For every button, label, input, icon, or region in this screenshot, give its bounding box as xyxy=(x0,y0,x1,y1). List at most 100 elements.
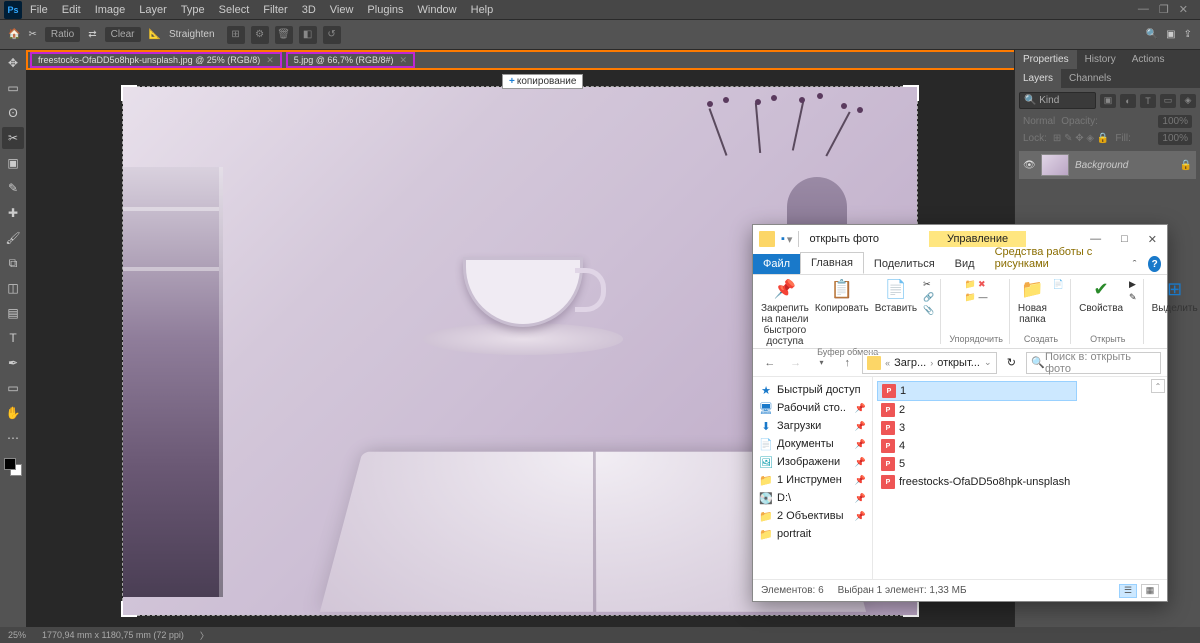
swap-icon[interactable]: ⇄ xyxy=(88,29,96,40)
file-item-5[interactable]: P5 xyxy=(877,455,1077,473)
breadcrumb-item[interactable]: Загр... xyxy=(894,357,926,369)
nav-up-icon[interactable]: ↑ xyxy=(836,352,858,374)
tool-crop[interactable]: ✂ xyxy=(2,127,24,149)
zoom-value[interactable]: 25% xyxy=(8,630,26,640)
filter-image-icon[interactable]: ▣ xyxy=(1100,94,1116,108)
panel-tab-history[interactable]: History xyxy=(1077,50,1124,69)
tool-more[interactable]: ⋯ xyxy=(2,427,24,449)
nav-forward-icon[interactable]: → xyxy=(785,352,807,374)
content-aware-icon[interactable]: ◧ xyxy=(299,26,317,44)
filter-shape-icon[interactable]: ▭ xyxy=(1160,94,1176,108)
window-minimize-icon[interactable]: — xyxy=(1138,3,1149,16)
window-restore-icon[interactable]: ❐ xyxy=(1159,3,1169,16)
help-icon[interactable]: ? xyxy=(1148,256,1161,272)
sidebar-objective[interactable]: 📁2 Объективы📌 xyxy=(753,507,872,525)
sidebar-portrait[interactable]: 📁portrait xyxy=(753,525,872,543)
document-tab-active[interactable]: freestocks-OfaDD5o8hpk-unsplash.jpg @ 25… xyxy=(30,52,282,68)
tool-hand[interactable]: ✋ xyxy=(2,402,24,424)
close-tab-icon[interactable]: ✕ xyxy=(266,55,274,66)
file-explorer-window[interactable]: ▪ ▾ открыть фото Управление — □ ✕ Файл Г… xyxy=(752,224,1168,602)
menu-filter[interactable]: Filter xyxy=(257,2,293,18)
sidebar-downloads[interactable]: ⬇Загрузки📌 xyxy=(753,417,872,435)
ribbon-moveto-button[interactable]: 📁 ✖ xyxy=(965,279,988,290)
ribbon-cut-button[interactable]: ✂ xyxy=(923,279,934,290)
explorer-tab-share[interactable]: Поделиться xyxy=(864,254,945,274)
filter-type-icon[interactable]: T xyxy=(1140,94,1156,108)
view-icons-icon[interactable]: ▦ xyxy=(1141,584,1159,598)
file-item-4[interactable]: P4 xyxy=(877,437,1077,455)
ribbon-edit-button[interactable]: ✎ xyxy=(1129,292,1137,303)
file-item-1[interactable]: P1 xyxy=(877,381,1077,401)
tool-healing[interactable]: ✚ xyxy=(2,202,24,224)
breadcrumb-bar[interactable]: « Загр... › открыт... ⌄ xyxy=(862,352,996,374)
ribbon-newitem-button[interactable]: 📄 xyxy=(1053,279,1064,290)
tool-frame[interactable]: ▣ xyxy=(2,152,24,174)
panel-tab-layers[interactable]: Layers xyxy=(1015,69,1061,88)
menu-3d[interactable]: 3D xyxy=(296,2,322,18)
explorer-tab-home[interactable]: Главная xyxy=(800,252,864,274)
home-icon[interactable]: 🏠 xyxy=(8,29,20,40)
panel-tab-properties[interactable]: Properties xyxy=(1015,50,1077,69)
qat-dropdown-icon[interactable]: ▾ xyxy=(787,233,793,246)
ribbon-copypath-button[interactable]: 🔗 xyxy=(923,292,934,303)
straighten-icon[interactable]: 📐 xyxy=(149,29,161,40)
tool-eraser[interactable]: ◫ xyxy=(2,277,24,299)
scroll-up-icon[interactable]: ⌃ xyxy=(1151,379,1165,393)
workspace-icon[interactable]: ▣ xyxy=(1166,29,1175,40)
ribbon-newfolder-button[interactable]: 📁Новая папка xyxy=(1018,279,1047,325)
breadcrumb-item[interactable]: открыт... xyxy=(937,357,980,369)
menu-edit[interactable]: Edit xyxy=(56,2,87,18)
sidebar-quick-access[interactable]: ★Быстрый доступ xyxy=(753,381,872,399)
menu-plugins[interactable]: Plugins xyxy=(361,2,409,18)
delete-cropped-icon[interactable]: 🗑 xyxy=(275,26,293,44)
ribbon-selectall-button[interactable]: ⊞Выделить xyxy=(1152,279,1198,314)
ribbon-shortcut-button[interactable]: 📎 xyxy=(923,305,934,316)
share-icon[interactable]: ⇪ xyxy=(1184,29,1192,40)
menu-select[interactable]: Select xyxy=(213,2,256,18)
ribbon-open-button[interactable]: ▶ xyxy=(1129,279,1137,290)
window-close-icon[interactable]: ✕ xyxy=(1179,3,1188,16)
nav-back-icon[interactable]: ← xyxy=(759,352,781,374)
layer-row-background[interactable]: 👁 Background 🔒 xyxy=(1019,151,1196,179)
document-tab-2[interactable]: 5.jpg @ 66,7% (RGB/8#) ✕ xyxy=(286,52,415,68)
tool-type[interactable]: T xyxy=(2,327,24,349)
file-item-3[interactable]: P3 xyxy=(877,419,1077,437)
tool-move[interactable]: ✥ xyxy=(2,52,24,74)
layer-lock-icon[interactable]: 🔒 xyxy=(1180,160,1192,171)
reset-crop-icon[interactable]: ↺ xyxy=(323,26,341,44)
filter-adjust-icon[interactable]: ◐ xyxy=(1120,94,1136,108)
filter-smart-icon[interactable]: ◈ xyxy=(1180,94,1196,108)
tool-eyedropper[interactable]: ✎ xyxy=(2,177,24,199)
nav-recent-icon[interactable]: ▾ xyxy=(811,352,833,374)
ribbon-collapse-icon[interactable]: ˆ xyxy=(1127,256,1143,274)
crop-handle-tl[interactable] xyxy=(121,85,137,101)
explorer-close-icon[interactable]: ✕ xyxy=(1144,231,1161,248)
ps-logo[interactable]: Ps xyxy=(4,1,22,19)
explorer-tab-file[interactable]: Файл xyxy=(753,254,800,274)
crop-handle-tr[interactable] xyxy=(903,85,919,101)
explorer-tab-view[interactable]: Вид xyxy=(945,254,985,274)
ribbon-properties-button[interactable]: ✔Свойства xyxy=(1079,279,1123,314)
color-swatch[interactable] xyxy=(4,458,22,476)
sidebar-pictures[interactable]: 🖼Изображени📌 xyxy=(753,453,872,471)
opacity-value[interactable]: 100% xyxy=(1158,115,1192,128)
qat-icon[interactable]: ▪ xyxy=(781,233,785,245)
refresh-icon[interactable]: ↻ xyxy=(1001,352,1023,374)
overlay-grid-icon[interactable]: ⊞ xyxy=(227,26,245,44)
tool-marquee[interactable]: ▭ xyxy=(2,77,24,99)
file-item-6[interactable]: Pfreestocks-OfaDD5o8hpk-unsplash xyxy=(877,473,1077,491)
sidebar-instruments[interactable]: 📁1 Инструмен📌 xyxy=(753,471,872,489)
menu-layer[interactable]: Layer xyxy=(133,2,173,18)
view-details-icon[interactable]: ☰ xyxy=(1119,584,1137,598)
lock-icons[interactable]: ⊞ ✎ ✥ ◈ 🔒 xyxy=(1053,133,1109,144)
search-icon[interactable]: 🔍 xyxy=(1146,29,1158,40)
sidebar-documents[interactable]: 📄Документы📌 xyxy=(753,435,872,453)
ribbon-pin-button[interactable]: 📌Закрепить на панели быстрого доступа xyxy=(761,279,809,347)
sidebar-d-drive[interactable]: 💽D:\📌 xyxy=(753,489,872,507)
tool-gradient[interactable]: ▤ xyxy=(2,302,24,324)
tool-pen[interactable]: ✒ xyxy=(2,352,24,374)
sidebar-desktop[interactable]: 🖥Рабочий сто..📌 xyxy=(753,399,872,417)
crop-handle-bl[interactable] xyxy=(121,601,137,617)
clear-button[interactable]: Clear xyxy=(105,27,141,42)
overlay-option-icon[interactable]: ⚙ xyxy=(251,26,269,44)
